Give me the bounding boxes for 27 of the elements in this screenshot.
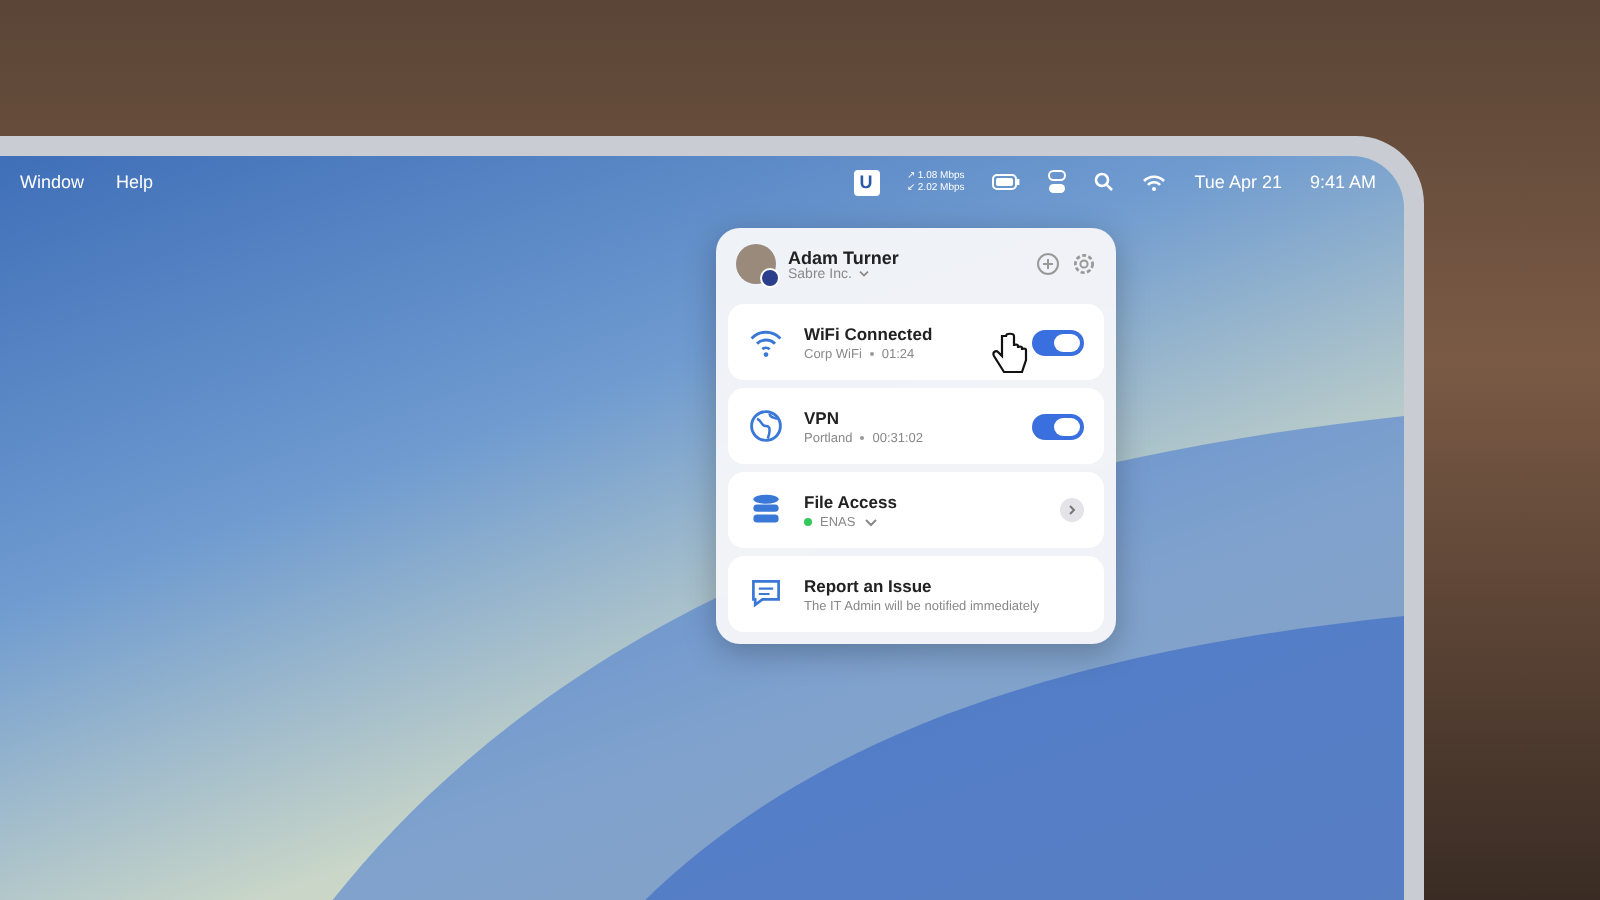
item-title: WiFi Connected xyxy=(804,323,935,343)
menu-item[interactable]: Help xyxy=(116,172,154,192)
chevron-button[interactable] xyxy=(1060,498,1084,522)
chat-icon xyxy=(748,576,784,612)
menu-item[interactable]: Window xyxy=(20,172,85,192)
toggle-switch[interactable] xyxy=(1032,329,1084,355)
control-center-icon[interactable] xyxy=(1048,170,1067,194)
wifi-icon[interactable] xyxy=(1142,173,1167,191)
chevron-down-icon[interactable] xyxy=(857,270,870,278)
app-menu-icon[interactable]: U xyxy=(853,169,880,195)
item-title: VPN xyxy=(804,407,841,427)
settings-icon[interactable] xyxy=(1072,252,1096,276)
item-title: File Access xyxy=(804,491,899,511)
search-icon[interactable] xyxy=(1094,172,1115,192)
database-icon xyxy=(748,492,784,528)
avatar xyxy=(736,244,776,284)
add-icon[interactable] xyxy=(1036,252,1060,276)
separator-dot xyxy=(869,352,874,356)
globe-icon xyxy=(748,408,784,444)
separator-dot xyxy=(860,436,865,440)
hand-cursor-icon xyxy=(992,332,1028,376)
chevron-right-icon xyxy=(1066,504,1078,516)
toggle-switch[interactable] xyxy=(1032,413,1084,439)
item-title: Report an Issue xyxy=(804,575,934,595)
battery-icon[interactable] xyxy=(992,174,1021,190)
user-name: Adam Turner xyxy=(788,247,901,267)
chevron-down-icon xyxy=(863,517,878,527)
